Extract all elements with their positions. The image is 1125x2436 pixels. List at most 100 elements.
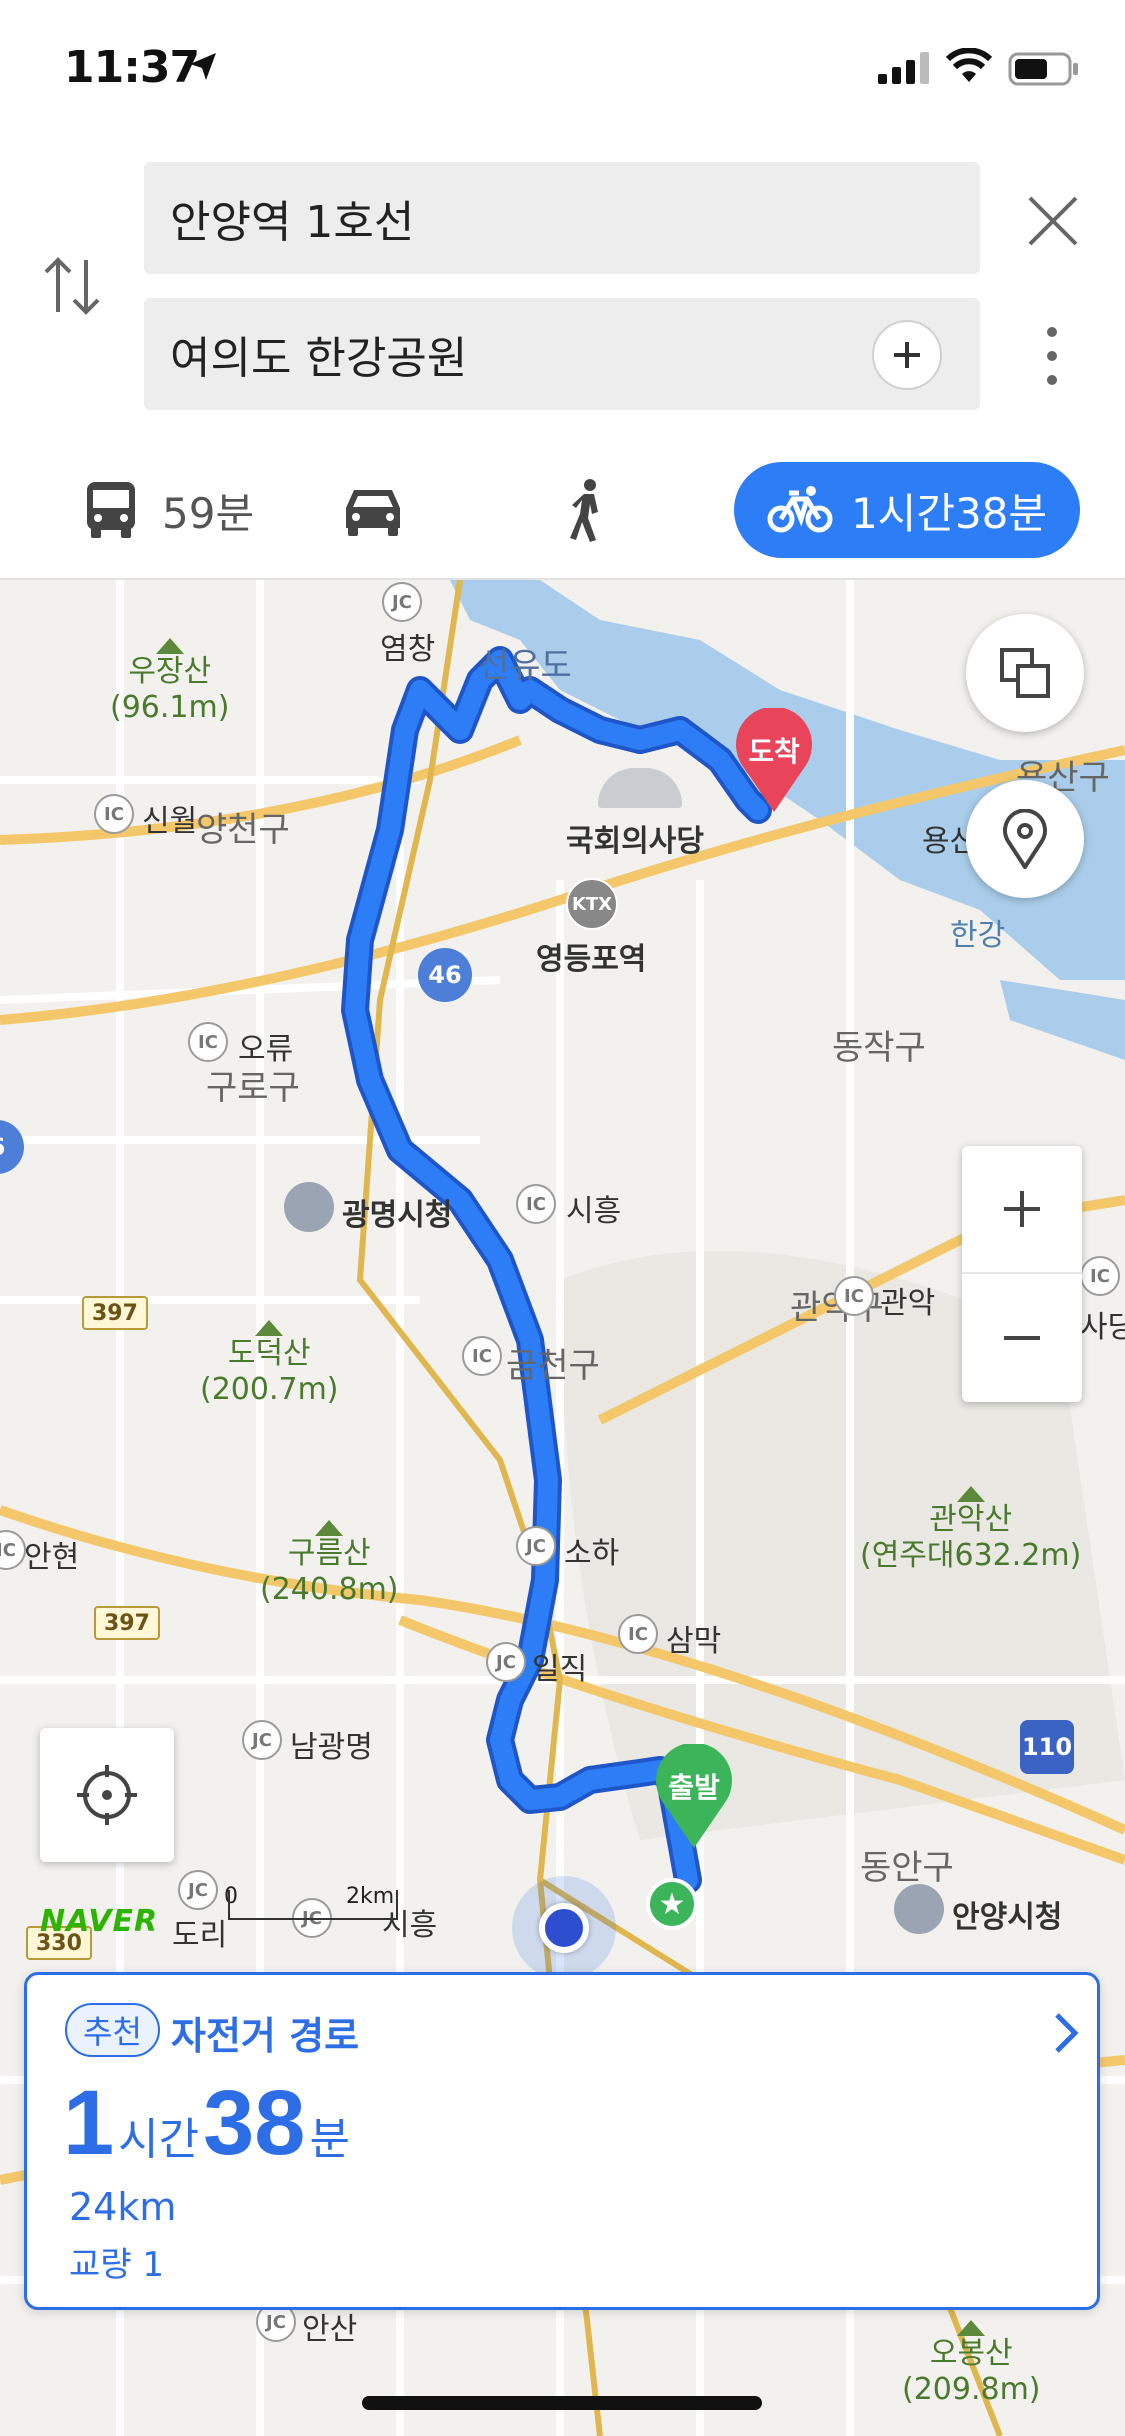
map-label-sinwol: 신월	[142, 804, 198, 839]
map-label-namgwangmyeong: 남광명	[290, 1730, 373, 1765]
map-label-yeongdeungpo-station: 영등포역	[536, 942, 647, 977]
bicycle-time: 1시간38분	[850, 488, 1048, 538]
map-label-hangang: 한강	[950, 918, 1006, 953]
jc-badge-dori: JC	[178, 1870, 218, 1910]
map-label-dongangu: 동안구	[860, 1848, 954, 1888]
arrival-label: 도착	[748, 735, 800, 768]
location-arrow-icon	[190, 53, 216, 80]
minus-icon	[1004, 1336, 1040, 1340]
gureumsan-name: 구름산	[287, 1536, 371, 1571]
hours-unit: 시간	[118, 2115, 200, 2164]
layers-icon	[1000, 648, 1050, 698]
current-location-dot	[512, 1876, 616, 1980]
mountain-icon	[957, 2320, 986, 2336]
map-label-yangcheongu: 양천구	[196, 810, 290, 850]
my-location-button[interactable]	[40, 1728, 174, 1862]
map-label-gwanak: 관악	[880, 1286, 936, 1321]
home-indicator[interactable]	[362, 2396, 762, 2410]
gureumsan-height: (240.8m)	[260, 1572, 399, 1607]
road-397-badge-2: 397	[94, 1606, 160, 1640]
mountain-icon	[315, 1520, 344, 1536]
map-label-iljik: 일직	[532, 1652, 588, 1687]
zoom-out-button[interactable]	[962, 1274, 1082, 1402]
naver-logo: NAVER	[40, 1904, 159, 1939]
departure-marker[interactable]: 출발	[654, 1742, 734, 1848]
map-label-seonyudo: 선유도	[478, 646, 572, 686]
map-label-soha: 소하	[564, 1536, 620, 1571]
mountain-icon	[255, 1320, 284, 1336]
crosshair-icon	[77, 1765, 137, 1825]
obongsan-height: (209.8m)	[902, 2372, 1041, 2407]
favorite-star-icon: ★	[646, 1878, 698, 1930]
signal-icon	[878, 52, 929, 84]
route-bridges: 교량 1	[69, 2245, 164, 2285]
mountain-icon	[956, 1486, 985, 1502]
duration-hours: 1	[63, 2072, 115, 2174]
add-stop-button[interactable]	[872, 320, 942, 390]
map-label-gureumsan: 구름산 (240.8m)	[260, 1520, 399, 1608]
mountain-icon	[155, 638, 184, 654]
map-label-anyang-hall: 안양시청	[952, 1900, 1063, 1935]
route-duration: 1 시간 38 분	[63, 2071, 354, 2176]
route-distance: 24km	[69, 2185, 177, 2229]
map-label-dongjakgu: 동작구	[832, 1028, 926, 1068]
jc-badge-soha: JC	[516, 1526, 556, 1566]
layers-button[interactable]	[966, 614, 1084, 732]
map-label-siheung: 시흥	[566, 1194, 622, 1229]
bus-icon	[87, 482, 135, 538]
map-label-gurogu: 구로구	[206, 1068, 300, 1108]
map-label-geumcheongu: 금천구	[506, 1346, 600, 1386]
zoom-controls	[962, 1146, 1082, 1402]
obongsan-name: 오봉산	[929, 2336, 1013, 2371]
ic-badge-sadang: IC	[1080, 1256, 1120, 1296]
plus-icon	[1004, 1191, 1040, 1227]
jc-badge: JC	[382, 582, 422, 622]
status-bar: 11:37	[0, 0, 1125, 140]
route-summary-card[interactable]: 추천 자전거 경로 1 시간 38 분 24km 교량 1	[24, 1972, 1100, 2310]
map-label-anhyeon: 안현	[24, 1540, 80, 1575]
city-hall-icon	[284, 1182, 334, 1232]
tab-bicycle[interactable]: 1시간38분	[734, 462, 1080, 558]
ktx-badge: KTX	[566, 878, 618, 930]
map-label-yeomchang: 염창	[380, 632, 436, 667]
chevron-right-icon[interactable]	[1051, 2011, 1081, 2055]
dodeoksan-name: 도덕산	[227, 1336, 311, 1371]
walk-icon[interactable]	[566, 478, 610, 542]
status-time: 11:37	[64, 42, 200, 93]
destination-input[interactable]: 여의도 한강공원	[144, 298, 980, 410]
close-icon[interactable]	[1026, 194, 1080, 248]
dodeoksan-height: (200.7m)	[200, 1372, 339, 1407]
arrival-marker[interactable]: 도착	[734, 706, 814, 812]
jc-badge-iljik: JC	[486, 1642, 526, 1682]
car-icon[interactable]	[342, 484, 404, 536]
recommended-badge: 추천	[65, 2003, 160, 2057]
route-search-panel: 안양역 1호선 여의도 한강공원 59분 1시간38분	[0, 140, 1125, 580]
more-vertical-icon[interactable]	[1040, 324, 1064, 388]
departure-label: 출발	[668, 1771, 720, 1804]
minutes-unit: 분	[309, 2115, 350, 2164]
ic-badge-geumcheon: IC	[462, 1336, 502, 1376]
wifi-icon	[946, 48, 992, 82]
swap-icon[interactable]	[40, 250, 104, 322]
travel-mode-tabs: 59분 1시간38분	[0, 440, 1125, 580]
battery-icon	[1008, 52, 1078, 86]
hw-110-badge: 110	[1020, 1720, 1074, 1774]
map-label-dodeoksan: 도덕산 (200.7m)	[200, 1320, 339, 1408]
origin-input[interactable]: 안양역 1호선	[144, 162, 980, 274]
map-label-obongsan: 오봉산 (209.8m)	[902, 2320, 1041, 2408]
zoom-in-button[interactable]	[962, 1146, 1082, 1274]
hw-46-badge: 46	[418, 948, 472, 1002]
jc-badge-namgwangmyeong: JC	[242, 1720, 282, 1760]
map-label-sadang: 사당	[1080, 1310, 1125, 1345]
tab-transit[interactable]: 59분	[84, 440, 254, 580]
plus-icon	[894, 342, 920, 368]
ic-badge-sammak: IC	[618, 1614, 658, 1654]
place-pin-button[interactable]	[966, 780, 1084, 898]
city-hall-icon-anyang	[894, 1884, 944, 1934]
road-397-badge: 397	[82, 1296, 148, 1330]
ic-badge: IC	[94, 794, 134, 834]
map-label-sammak: 삼막	[666, 1624, 722, 1659]
gwanaksan-name: 관악산	[929, 1502, 1013, 1537]
map-label-dori: 도리	[172, 1918, 228, 1953]
gwanaksan-height: (연주대632.2m)	[860, 1538, 1082, 1573]
